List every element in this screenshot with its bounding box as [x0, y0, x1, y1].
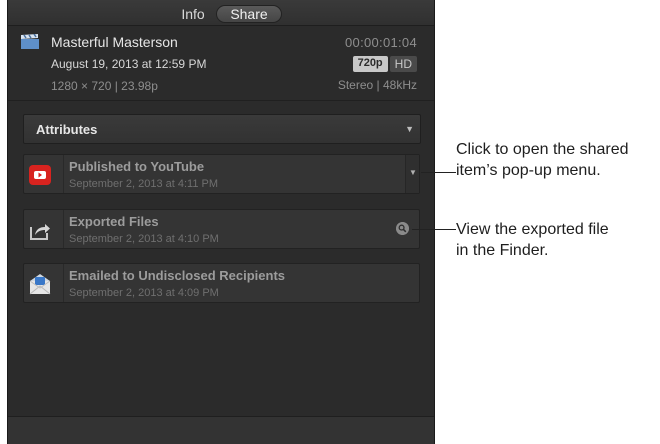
clip-date: August 19, 2013 at 12:59 PM [51, 57, 207, 71]
item-date: September 2, 2013 at 4:11 PM [69, 178, 218, 190]
callout-line-menu [421, 172, 456, 173]
callout-text-line: Click to open the shared [456, 141, 629, 158]
format-badge: 720p [352, 56, 388, 72]
tab-info[interactable]: Info [170, 5, 216, 23]
callout-finder: View the exported file in the Finder. [456, 219, 609, 261]
chevron-down-icon: ▼ [405, 124, 414, 134]
clapperboard-icon [21, 34, 39, 49]
item-title: Emailed to Undisclosed Recipients [69, 268, 285, 283]
callout-text-line: View the exported file [456, 221, 609, 238]
shared-item-exported-files[interactable]: Exported Files September 2, 2013 at 4:10… [23, 209, 420, 249]
bottom-bar [8, 416, 434, 444]
clip-audio: Stereo | 48kHz [337, 78, 417, 92]
callout-popup-menu: Click to open the shared item’s pop-up m… [456, 139, 629, 181]
item-date: September 2, 2013 at 4:09 PM [69, 287, 219, 299]
inspector-tab-bar: Info Share [8, 0, 434, 26]
share-inspector-panel: Info Share Masterful Masterson August 19… [7, 0, 435, 444]
item-title: Published to YouTube [69, 159, 205, 174]
clip-resolution: 1280 × 720 | 23.98p [51, 79, 158, 93]
hd-badge: HD [389, 56, 417, 72]
divider [8, 100, 434, 101]
attributes-popup[interactable]: Attributes ▼ [23, 114, 421, 144]
item-title: Exported Files [69, 214, 159, 229]
shared-item-email[interactable]: Emailed to Undisclosed Recipients Septem… [23, 263, 420, 303]
youtube-icon [29, 165, 51, 185]
shared-item-youtube[interactable]: Published to YouTube September 2, 2013 a… [23, 154, 420, 194]
format-badges: 720p HD [352, 56, 417, 72]
callout-text-line: in the Finder. [456, 242, 549, 259]
chevron-down-icon: ▼ [409, 168, 417, 177]
export-icon [30, 224, 50, 240]
clip-timecode: 00:00:01:04 [345, 35, 417, 50]
item-separator [63, 264, 64, 302]
callout-line-finder [412, 229, 456, 230]
tab-share[interactable]: Share [216, 5, 282, 23]
item-popup-menu-button[interactable]: ▼ [405, 155, 419, 193]
attributes-label: Attributes [36, 122, 98, 137]
item-separator [63, 155, 64, 193]
clip-title: Masterful Masterson [51, 34, 178, 50]
item-separator [63, 210, 64, 248]
reveal-in-finder-icon[interactable] [396, 222, 409, 235]
mail-icon [29, 274, 51, 295]
item-date: September 2, 2013 at 4:10 PM [69, 233, 219, 245]
callout-text-line: item’s pop-up menu. [456, 162, 601, 179]
